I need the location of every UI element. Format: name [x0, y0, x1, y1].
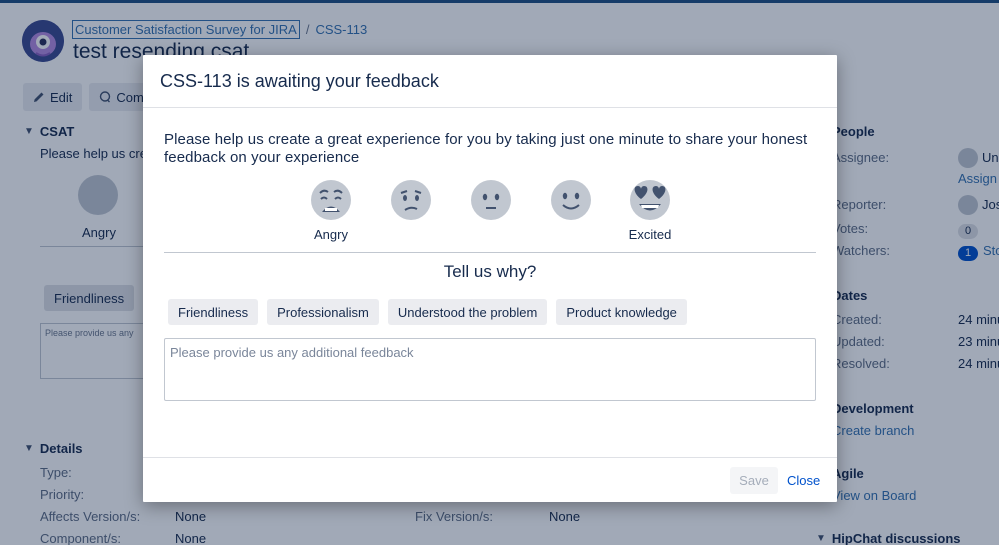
- chip-understood-the-problem[interactable]: Understood the problem: [387, 299, 548, 325]
- divider: [164, 252, 816, 253]
- neutral-face-icon[interactable]: [470, 179, 512, 221]
- feedback-prompt: Please help us create a great experience…: [164, 131, 808, 166]
- dialog-title: CSS-113 is awaiting your feedback: [143, 55, 837, 108]
- chip-friendliness[interactable]: Friendliness: [168, 299, 259, 325]
- dialog-footer: Save Close: [143, 457, 837, 502]
- save-button[interactable]: Save: [730, 467, 778, 494]
- tell-us-why-heading: Tell us why?: [443, 262, 537, 281]
- excited-label: Excited: [628, 227, 672, 242]
- heart-eyes-face-icon[interactable]: [629, 179, 671, 221]
- angry-face-icon[interactable]: [310, 179, 352, 221]
- frowning-face-icon[interactable]: [390, 179, 432, 221]
- rating-faces: Angry Excited: [143, 177, 837, 247]
- additional-feedback-input[interactable]: [164, 338, 816, 401]
- feedback-dialog: CSS-113 is awaiting your feedback Please…: [143, 55, 837, 502]
- smiling-face-icon[interactable]: [550, 179, 592, 221]
- close-button[interactable]: Close: [787, 473, 820, 488]
- angry-label: Angry: [314, 227, 348, 242]
- chip-product-knowledge[interactable]: Product knowledge: [556, 299, 687, 325]
- chip-professionalism[interactable]: Professionalism: [267, 299, 379, 325]
- reason-chips: Friendliness Professionalism Understood …: [168, 299, 687, 325]
